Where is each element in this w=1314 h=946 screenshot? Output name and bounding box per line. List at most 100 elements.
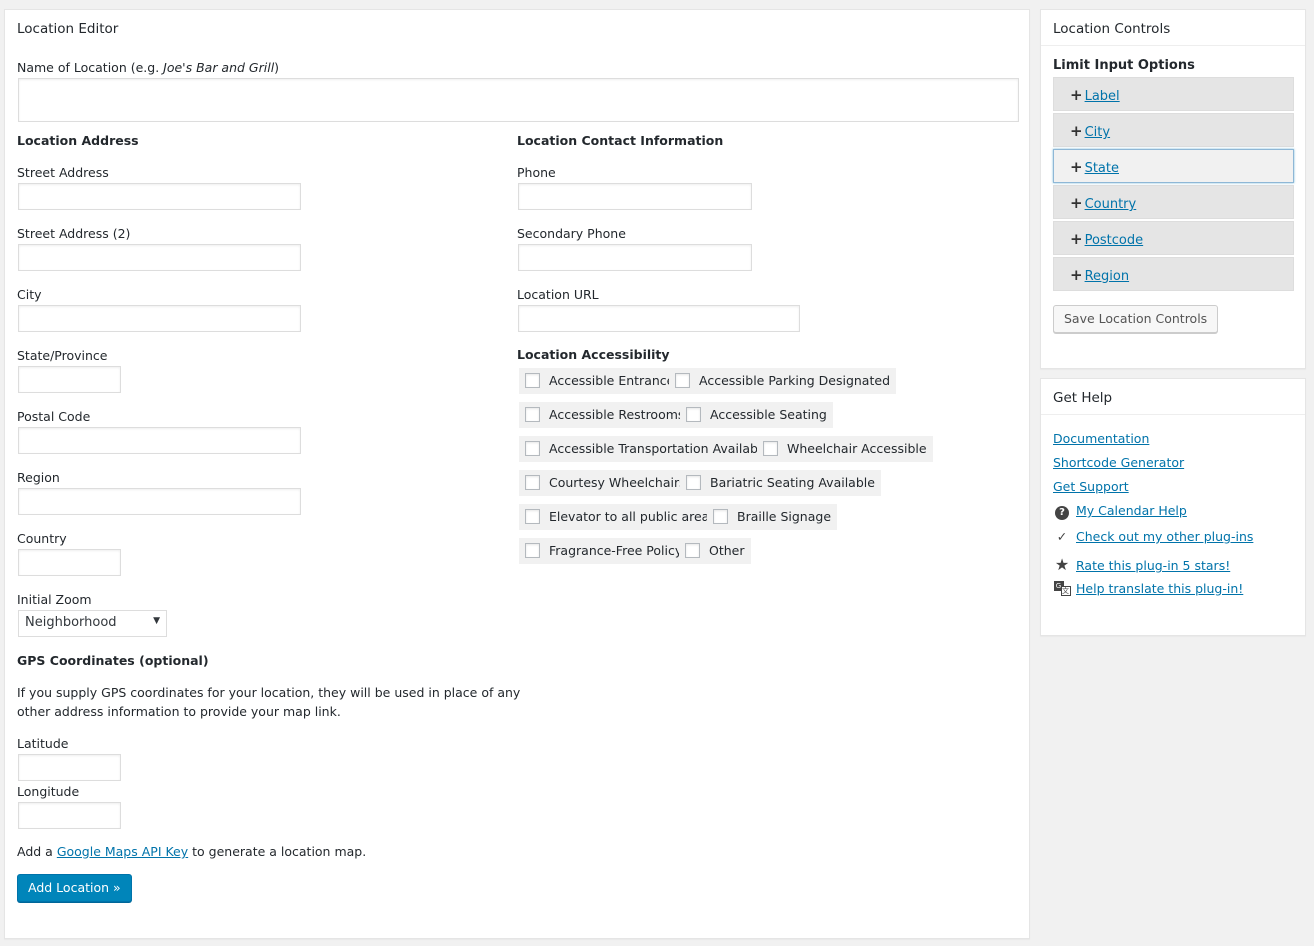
accessibility-option[interactable]: Bariatric Seating Available: [680, 470, 881, 496]
phone-input[interactable]: [518, 183, 752, 210]
street-address-2-input[interactable]: [18, 244, 301, 271]
checkbox[interactable]: [525, 441, 540, 456]
accessibility-option[interactable]: Accessible Seating: [680, 402, 833, 428]
location-name-label: Name of Location (e.g. Joe's Bar and Gri…: [17, 60, 279, 75]
control-item-link[interactable]: City: [1085, 125, 1110, 140]
accessibility-option-label: Accessible Seating: [710, 407, 827, 422]
plus-icon: +: [1070, 230, 1083, 248]
checkbox[interactable]: [675, 373, 690, 388]
street-address-2-label: Street Address (2): [17, 226, 131, 241]
limit-input-options-heading: Limit Input Options: [1053, 58, 1195, 73]
control-item-link[interactable]: Region: [1085, 269, 1130, 284]
latitude-input[interactable]: [18, 754, 121, 781]
maps-note-suffix: to generate a location map.: [188, 844, 367, 859]
translate-plugin-item: G 文 Help translate this plug-in!: [1053, 581, 1243, 596]
google-maps-api-key-link[interactable]: Google Maps API Key: [57, 844, 188, 859]
accessibility-option-label: Bariatric Seating Available: [710, 475, 875, 490]
accessibility-option-label: Elevator to all public areas: [549, 509, 716, 524]
location-controls-panel: Location Controls Limit Input Options + L…: [1040, 9, 1306, 369]
control-item-postcode[interactable]: + Postcode: [1053, 221, 1294, 255]
other-plugins-link[interactable]: Check out my other plug-ins: [1076, 529, 1253, 544]
rate-plugin-link[interactable]: Rate this plug-in 5 stars!: [1076, 558, 1230, 573]
control-item-state[interactable]: + State: [1053, 149, 1294, 183]
accessibility-option[interactable]: Accessible Parking Designated: [669, 368, 896, 394]
accessibility-option[interactable]: Elevator to all public areas: [519, 504, 722, 530]
plus-icon: +: [1070, 158, 1083, 176]
plus-icon: +: [1070, 122, 1083, 140]
region-input[interactable]: [18, 488, 301, 515]
maps-note-prefix: Add a: [17, 844, 57, 859]
rate-plugin-item: ★ Rate this plug-in 5 stars!: [1053, 555, 1230, 574]
control-item-link[interactable]: State: [1085, 161, 1119, 176]
control-item-link[interactable]: Country: [1085, 197, 1137, 212]
checkbox[interactable]: [685, 543, 700, 558]
save-location-controls-button[interactable]: Save Location Controls: [1053, 305, 1219, 333]
initial-zoom-value: Neighborhood: [25, 615, 117, 630]
location-name-input[interactable]: [18, 78, 1019, 122]
accessibility-option[interactable]: Fragrance-Free Policy: [519, 538, 689, 564]
plus-icon: +: [1070, 194, 1083, 212]
longitude-input[interactable]: [18, 802, 121, 829]
my-calendar-help-link[interactable]: My Calendar Help: [1076, 503, 1187, 518]
accessibility-option[interactable]: Other: [679, 538, 751, 564]
checkbox[interactable]: [525, 373, 540, 388]
translate-icon: G文: [1053, 581, 1071, 596]
initial-zoom-select[interactable]: Neighborhood ▼: [18, 610, 167, 637]
panel-title-location-controls: Location Controls: [1053, 21, 1171, 37]
country-input[interactable]: [18, 549, 121, 576]
control-item-link[interactable]: Postcode: [1085, 233, 1144, 248]
street-address-input[interactable]: [18, 183, 301, 210]
accessibility-option[interactable]: Courtesy Wheelchairs: [519, 470, 692, 496]
gps-description-line-1: If you supply GPS coordinates for your l…: [17, 685, 521, 700]
accessibility-heading: Location Accessibility: [517, 347, 670, 362]
get-help-panel: Get Help Documentation Shortcode Generat…: [1040, 378, 1306, 636]
shortcode-generator-link[interactable]: Shortcode Generator: [1053, 455, 1184, 470]
location-url-label: Location URL: [517, 287, 599, 302]
star-icon: ★: [1054, 555, 1070, 574]
get-support-link[interactable]: Get Support: [1053, 479, 1129, 494]
location-url-input[interactable]: [518, 305, 800, 332]
control-item-link[interactable]: Label: [1085, 89, 1120, 104]
checkbox[interactable]: [763, 441, 778, 456]
accessibility-option-label: Wheelchair Accessible: [787, 441, 927, 456]
add-location-button[interactable]: Add Location »: [17, 874, 132, 902]
gps-description: If you supply GPS coordinates for your l…: [17, 683, 520, 721]
checkbox[interactable]: [713, 509, 728, 524]
control-item-country[interactable]: + Country: [1053, 185, 1294, 219]
accessibility-option[interactable]: Accessible Entrance: [519, 368, 681, 394]
documentation-link[interactable]: Documentation: [1053, 431, 1149, 446]
accessibility-option[interactable]: Wheelchair Accessible: [757, 436, 933, 462]
location-address-heading: Location Address: [17, 133, 139, 148]
maps-api-note: Add a Google Maps API Key to generate a …: [17, 844, 366, 859]
checkbox[interactable]: [525, 475, 540, 490]
checkbox[interactable]: [525, 509, 540, 524]
secondary-phone-label: Secondary Phone: [517, 226, 626, 241]
contact-info-heading: Location Contact Information: [517, 133, 724, 148]
accessibility-option[interactable]: Accessible Restrooms: [519, 402, 691, 428]
plus-icon: +: [1070, 86, 1083, 104]
accessibility-option-label: Accessible Restrooms: [549, 407, 685, 422]
checkbox[interactable]: [525, 543, 540, 558]
location-name-label-example: Joe's Bar and Grill: [163, 60, 275, 75]
state-input[interactable]: [18, 366, 121, 393]
translate-plugin-link[interactable]: Help translate this plug-in!: [1076, 581, 1243, 596]
checkbox[interactable]: [686, 407, 701, 422]
panel-title-location-editor: Location Editor: [17, 21, 119, 37]
accessibility-option[interactable]: Accessible Transportation Available: [519, 436, 776, 462]
checkbox[interactable]: [525, 407, 540, 422]
control-item-region[interactable]: + Region: [1053, 257, 1294, 291]
accessibility-option-label: Braille Signage: [737, 509, 832, 524]
postal-code-input[interactable]: [18, 427, 301, 454]
control-item-city[interactable]: + City: [1053, 113, 1294, 147]
control-item-label[interactable]: + Label: [1053, 77, 1294, 111]
street-address-label: Street Address: [17, 165, 109, 180]
location-name-label-suffix: ): [274, 60, 280, 75]
accessibility-option-label: Fragrance-Free Policy: [549, 543, 683, 558]
checkbox[interactable]: [686, 475, 701, 490]
accessibility-option[interactable]: Braille Signage: [707, 504, 838, 530]
question-icon: ?: [1053, 503, 1071, 520]
initial-zoom-label: Initial Zoom: [17, 592, 92, 607]
accessibility-option-label: Accessible Entrance: [549, 373, 675, 388]
city-input[interactable]: [18, 305, 301, 332]
secondary-phone-input[interactable]: [518, 244, 752, 271]
